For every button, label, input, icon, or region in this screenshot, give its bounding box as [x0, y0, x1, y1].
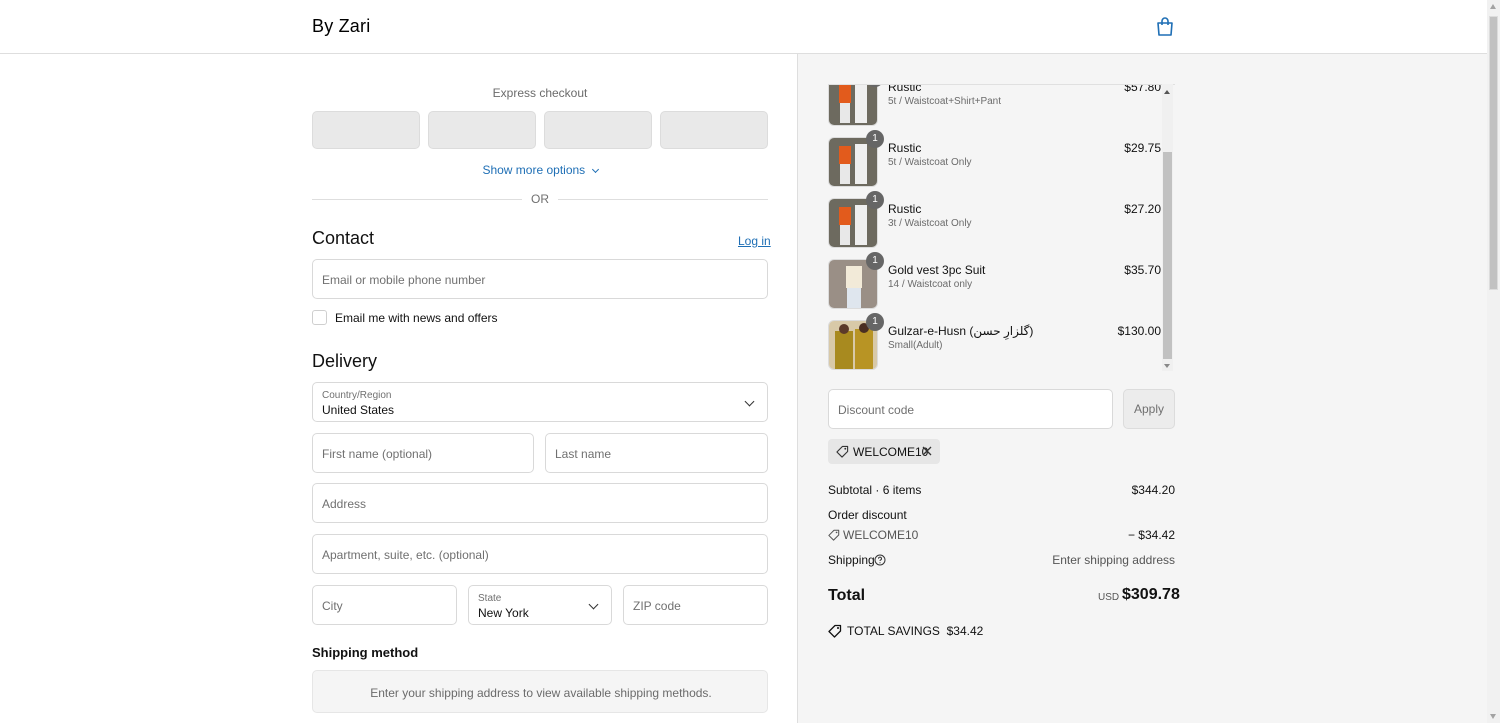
chevron-down-icon	[744, 396, 755, 407]
discount-code-label: WELCOME10	[843, 528, 919, 542]
shipping-label: Shipping	[828, 553, 875, 567]
item-name: Gulzar-e-Husn (گلزارِ حسن)	[888, 324, 1034, 338]
express-pay-button-2[interactable]	[428, 111, 536, 149]
item-price: $130.00	[1117, 324, 1161, 338]
news-offers-label: Email me with news and offers	[335, 311, 498, 325]
or-divider: OR	[312, 192, 768, 206]
item-name: Rustic	[888, 84, 922, 94]
item-price: $35.70	[1124, 263, 1161, 277]
tag-icon	[828, 529, 840, 541]
scroll-down-icon[interactable]	[1164, 364, 1170, 368]
total-savings: TOTAL SAVINGS $34.42	[847, 624, 984, 638]
product-image	[828, 85, 878, 126]
cart-item: 1 Rustic 5t / Waistcoat+Shirt+Pant $57.8…	[828, 84, 1163, 127]
discount-value: − $34.42	[1127, 528, 1175, 542]
city-field[interactable]: City	[312, 585, 457, 625]
total-value: $309.78	[1122, 586, 1180, 603]
order-discount-label: Order discount	[828, 508, 907, 522]
cart-item: 1 Gold vest 3pc Suit 14 / Waistcoat only…	[828, 252, 1163, 310]
state-select[interactable]: State New York	[468, 585, 612, 625]
close-icon[interactable]	[922, 446, 932, 456]
savings-tag-icon	[828, 624, 842, 638]
country-select[interactable]: Country/Region United States	[312, 382, 768, 422]
last-name-field[interactable]: Last name	[545, 433, 768, 473]
page-scrollbar[interactable]	[1487, 0, 1500, 723]
item-variant: 14 / Waistcoat only	[888, 279, 973, 290]
express-checkout-title: Express checkout	[492, 86, 588, 100]
shipping-method-heading: Shipping method	[312, 645, 419, 660]
item-variant: 3t / Waistcoat Only	[888, 218, 972, 229]
express-pay-button-3[interactable]	[544, 111, 652, 149]
zip-field[interactable]: ZIP code	[623, 585, 768, 625]
header: By Zari	[0, 0, 1487, 54]
chevron-down-icon	[591, 165, 599, 174]
discount-code-field[interactable]: Discount code	[828, 389, 1113, 429]
shipping-value: Enter shipping address	[1052, 553, 1175, 567]
shopping-bag-icon[interactable]	[1156, 17, 1174, 37]
cart-items-list: 1 Rustic 5t / Waistcoat+Shirt+Pant $57.8…	[828, 84, 1175, 371]
help-circle-icon[interactable]	[874, 554, 886, 566]
apply-button[interactable]: Apply	[1123, 389, 1175, 429]
item-name: Rustic	[888, 202, 922, 216]
item-name: Gold vest 3pc Suit	[888, 263, 986, 277]
express-pay-button-4[interactable]	[660, 111, 768, 149]
scroll-up-icon[interactable]	[1490, 4, 1496, 9]
item-variant: Small(Adult)	[888, 340, 943, 351]
quantity-badge: 1	[866, 191, 884, 209]
store-logo[interactable]: By Zari	[312, 16, 370, 37]
delivery-heading: Delivery	[312, 351, 378, 371]
cart-item: 1 Rustic 5t / Waistcoat Only $29.75	[828, 130, 1163, 188]
scrollbar-thumb[interactable]	[1489, 16, 1498, 290]
item-price: $57.80	[1124, 84, 1161, 94]
currency-code: USD	[1098, 592, 1120, 603]
scroll-up-icon[interactable]	[1164, 90, 1170, 94]
scrollbar-thumb[interactable]	[1163, 152, 1172, 359]
address-field[interactable]: Address	[312, 483, 768, 523]
express-pay-button-1[interactable]	[312, 111, 420, 149]
scroll-down-icon[interactable]	[1490, 714, 1496, 719]
shipping-method-notice: Enter your shipping address to view avai…	[312, 670, 768, 713]
cart-scrollbar[interactable]	[1162, 84, 1173, 371]
subtotal-value: $344.20	[1131, 483, 1175, 497]
quantity-badge: 1	[866, 313, 884, 331]
email-field[interactable]: Email or mobile phone number	[312, 259, 768, 299]
item-variant: 5t / Waistcoat Only	[888, 157, 972, 168]
show-more-options-link[interactable]: Show more options	[312, 163, 768, 177]
item-name: Rustic	[888, 141, 922, 155]
total-label: Total	[828, 587, 866, 604]
applied-discount-tag: WELCOME10	[828, 439, 940, 464]
news-offers-checkbox[interactable]	[312, 310, 327, 325]
first-name-field[interactable]: First name (optional)	[312, 433, 534, 473]
subtotal-label: Subtotal · 6 items	[828, 483, 922, 497]
item-price: $27.20	[1124, 202, 1161, 216]
item-variant: 5t / Waistcoat+Shirt+Pant	[888, 96, 1002, 107]
quantity-badge: 1	[866, 252, 884, 270]
apartment-field[interactable]: Apartment, suite, etc. (optional)	[312, 534, 768, 574]
cart-item: 1 Gulzar-e-Husn (گلزارِ حسن) Small(Adult…	[828, 313, 1163, 371]
chevron-down-icon	[588, 599, 599, 610]
tag-icon	[836, 445, 849, 458]
item-price: $29.75	[1124, 141, 1161, 155]
cart-item: 1 Rustic 3t / Waistcoat Only $27.20	[828, 191, 1163, 249]
contact-heading: Contact	[312, 228, 375, 248]
quantity-badge: 1	[866, 130, 884, 148]
login-link[interactable]: Log in	[738, 234, 771, 248]
